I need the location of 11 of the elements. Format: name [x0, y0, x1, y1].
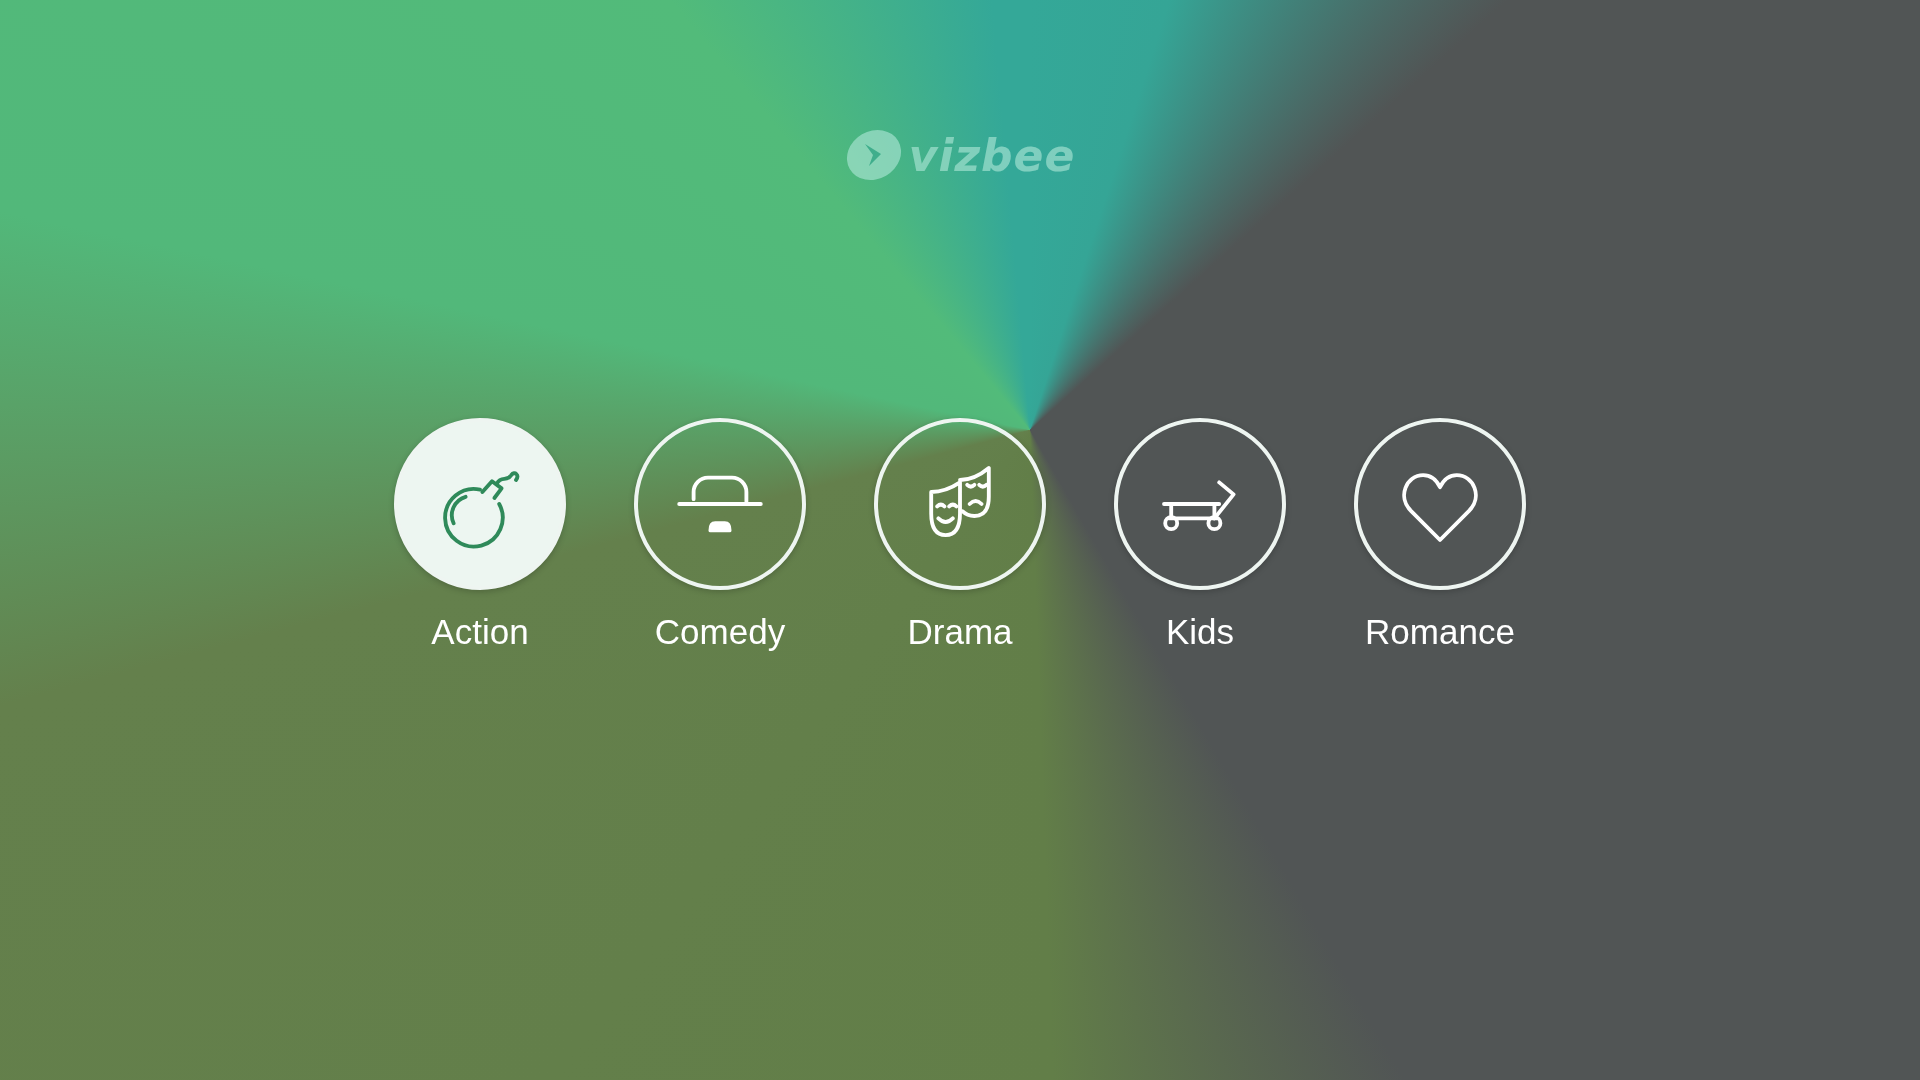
genre-button[interactable] — [634, 418, 806, 590]
genre-label: Kids — [1165, 612, 1235, 652]
genre-button[interactable] — [1354, 418, 1526, 590]
genre-label: Action — [431, 612, 529, 652]
genre-label: Romance — [1365, 612, 1515, 652]
genre-button[interactable] — [874, 418, 1046, 590]
genre-label: Comedy — [654, 612, 786, 652]
logo-icon — [844, 128, 903, 182]
genre-label: Drama — [907, 612, 1013, 652]
logo-text: vizbee — [908, 129, 1076, 181]
genre-button[interactable] — [1114, 418, 1286, 590]
